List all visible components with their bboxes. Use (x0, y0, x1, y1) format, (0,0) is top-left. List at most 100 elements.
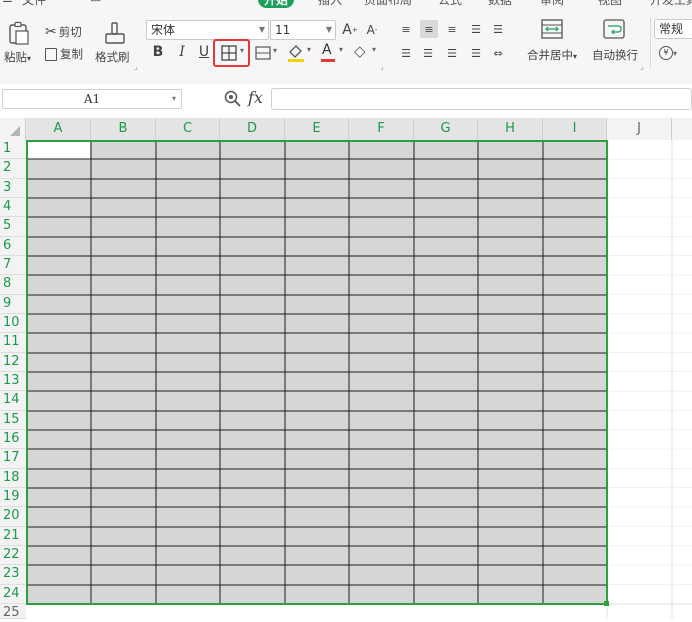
distributed-align-button[interactable]: ⇔ (490, 44, 506, 62)
row-header-10[interactable]: 10 (0, 314, 26, 333)
zoom-lookup-button[interactable] (223, 89, 243, 109)
column-header-a[interactable]: A (26, 118, 91, 140)
fill-color-button[interactable]: ▾ (286, 42, 314, 64)
italic-button[interactable]: I (174, 42, 190, 62)
currency-format-button[interactable]: ¥ ▾ (656, 44, 680, 62)
row-header-11[interactable]: 11 (0, 333, 26, 353)
select-all-corner[interactable] (0, 118, 26, 140)
font-name-combo[interactable]: 宋体 ▼ (146, 20, 269, 40)
row-header-8[interactable]: 8 (0, 275, 26, 295)
merge-center-icon-button[interactable] (540, 18, 568, 42)
row-header-7[interactable]: 7 (0, 256, 26, 275)
row-header-1[interactable]: 1 (0, 140, 26, 159)
row-header-3[interactable]: 3 (0, 179, 26, 198)
insert-function-button[interactable]: fx (248, 88, 263, 107)
align-bottom-button[interactable]: ≡ (444, 20, 460, 38)
menu-tab-developer[interactable]: 开发工具 (650, 0, 692, 8)
column-header-g[interactable]: G (414, 118, 478, 140)
fill-handle[interactable] (604, 601, 609, 606)
column-header-j[interactable]: J (607, 118, 672, 140)
font-group-corner[interactable]: ⌟ (380, 62, 384, 71)
merge-center-button[interactable]: 合并居中▾ (527, 47, 577, 63)
chevron-down-icon: ▾ (307, 45, 312, 54)
cell-style-button[interactable]: ▾ (254, 44, 280, 62)
format-painter-button[interactable] (102, 20, 130, 46)
menu-tab-review[interactable]: 审阅 (540, 0, 564, 8)
alignment-group-corner[interactable]: ⌟ (640, 62, 644, 71)
row-header-22[interactable]: 22 (0, 546, 26, 565)
column-header-d[interactable]: D (220, 118, 285, 140)
wrap-text-button[interactable]: 自动换行 (592, 47, 638, 63)
column-header-b[interactable]: B (91, 118, 156, 140)
font-color-button[interactable]: A ▾ (320, 42, 348, 64)
row-header-25[interactable]: 25 (0, 604, 26, 620)
borders-button[interactable]: ▾ (220, 44, 250, 62)
row-header-18[interactable]: 18 (0, 469, 26, 488)
menu-icon[interactable]: ☰ (2, 0, 13, 5)
increase-indent-button[interactable]: ☰ (490, 20, 506, 38)
underline-button[interactable]: U (196, 42, 212, 62)
align-right-button[interactable]: ☰ (444, 44, 460, 62)
menu-tab-data[interactable]: 数据 (488, 0, 512, 8)
row-header-4[interactable]: 4 (0, 198, 26, 217)
row-header-13[interactable]: 13 (0, 372, 26, 391)
format-painter-label[interactable]: 格式刷 (95, 49, 130, 65)
font-size-combo[interactable]: 11 ▼ (270, 20, 336, 40)
row-header-16[interactable]: 16 (0, 430, 26, 449)
copy-button[interactable]: 复制 (45, 46, 83, 62)
align-left-button[interactable]: ☰ (398, 44, 414, 62)
menu-tab-insert[interactable]: 插入 (318, 0, 342, 8)
increase-font-size-button[interactable]: A + (342, 20, 358, 40)
spreadsheet-grid: A B C D E F G H I J 1 2 3 4 5 6 7 8 9 10… (0, 118, 692, 620)
menu-file[interactable]: 文件 (22, 0, 46, 8)
paste-label[interactable]: 粘贴▾ (4, 49, 31, 65)
align-middle-button[interactable]: ≡ (420, 20, 438, 38)
borders-icon (221, 45, 237, 61)
menu-tab-page-layout[interactable]: 页面布局 (364, 0, 412, 8)
row-header-9[interactable]: 9 (0, 295, 26, 314)
chevron-down-icon: ▾ (240, 46, 245, 55)
clear-format-button[interactable]: ◇ ▾ (352, 42, 380, 64)
paint-bucket-icon (288, 45, 304, 62)
decrease-font-size-button[interactable]: A- (364, 20, 380, 40)
decrease-indent-button[interactable]: ☰ (468, 20, 484, 38)
row-header-20[interactable]: 20 (0, 507, 26, 527)
name-box[interactable]: A1 ▾ (2, 89, 182, 109)
row-header-2[interactable]: 2 (0, 159, 26, 179)
row-header-23[interactable]: 23 (0, 565, 26, 585)
menu-tab-view[interactable]: 视图 (598, 0, 622, 8)
column-header-next[interactable] (672, 118, 692, 140)
redo-icon[interactable]: ↷ (176, 0, 186, 5)
row-header-6[interactable]: 6 (0, 237, 26, 256)
justify-button[interactable]: ☰ (468, 44, 484, 62)
row-header-14[interactable]: 14 (0, 391, 26, 411)
column-header-c[interactable]: C (156, 118, 220, 140)
cell-grid[interactable] (26, 140, 692, 619)
active-cell-a1[interactable] (27, 141, 90, 159)
row-header-12[interactable]: 12 (0, 353, 26, 372)
row-header-19[interactable]: 19 (0, 488, 26, 507)
bold-button[interactable]: B (150, 42, 166, 62)
column-header-h[interactable]: H (478, 118, 543, 140)
align-center-button[interactable]: ☰ (420, 44, 436, 62)
column-header-e[interactable]: E (285, 118, 349, 140)
row-header-5[interactable]: 5 (0, 217, 26, 237)
column-header-i[interactable]: I (543, 118, 607, 140)
paste-button[interactable] (6, 20, 34, 48)
column-header-f[interactable]: F (349, 118, 414, 140)
row-header-24[interactable]: 24 (0, 585, 26, 604)
align-top-button[interactable]: ≡ (398, 20, 414, 38)
cut-button[interactable]: ✂ 剪切 (45, 24, 82, 40)
row-header-15[interactable]: 15 (0, 411, 26, 430)
wrap-text-icon-button[interactable] (602, 18, 630, 42)
save-icon[interactable]: ▭ (90, 0, 101, 5)
menu-tab-home[interactable]: 开始 (258, 0, 295, 8)
clipboard-group-corner[interactable]: ⌟ (134, 62, 138, 71)
merge-cells-icon (541, 19, 563, 39)
number-format-combo[interactable]: 常规 (654, 19, 692, 39)
row-header-17[interactable]: 17 (0, 449, 26, 469)
row-header-21[interactable]: 21 (0, 527, 26, 546)
menu-tab-formulas[interactable]: 公式 (438, 0, 462, 8)
formula-input[interactable] (271, 88, 692, 110)
undo-icon[interactable]: ↶ (146, 0, 156, 5)
